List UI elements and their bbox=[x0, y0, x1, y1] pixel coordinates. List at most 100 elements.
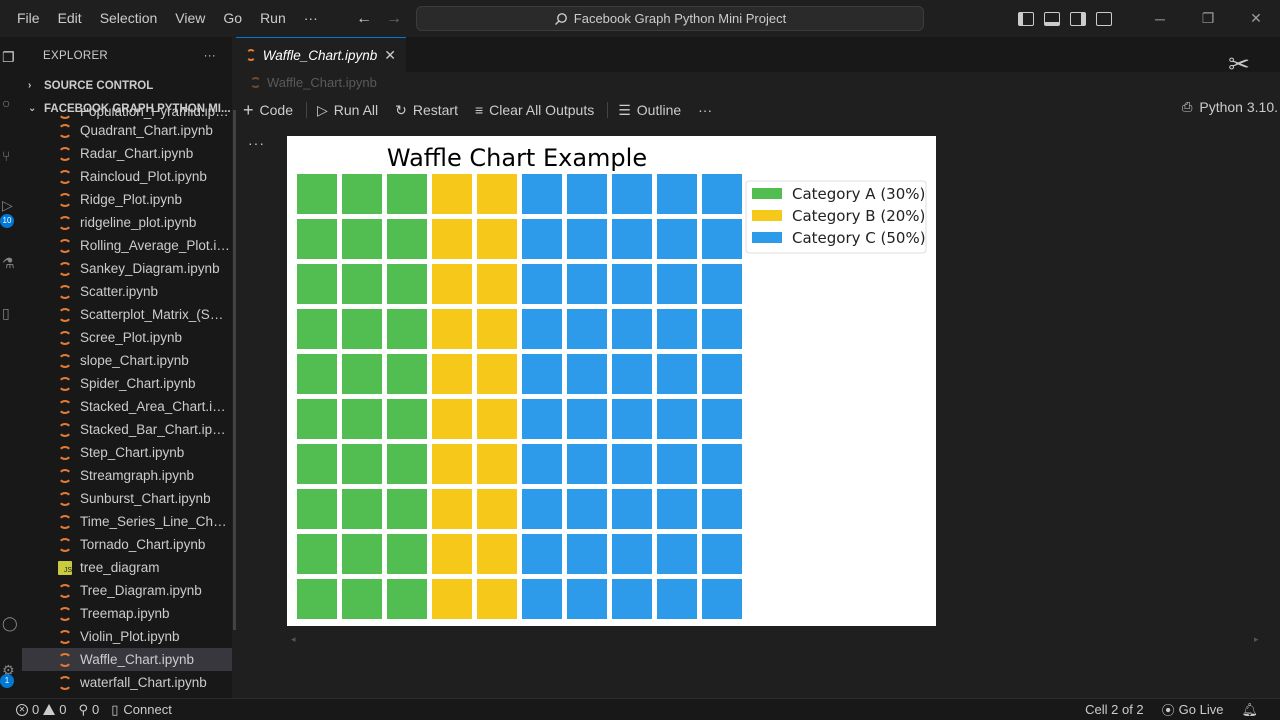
cell-position[interactable]: Cell 2 of 2 bbox=[1085, 702, 1144, 717]
file-item[interactable]: Spider_Chart.ipynb bbox=[22, 372, 232, 395]
activity-bar: ❐ ○ ⑂ ▷ 10 ⚗ ▯ ◯ ⚙ 1 bbox=[0, 37, 22, 698]
clear-outputs-button[interactable]: ≡ Clear All Outputs bbox=[475, 102, 594, 118]
file-item[interactable]: Treemap.ipynb bbox=[22, 602, 232, 625]
file-item[interactable]: Stacked_Area_Chart.ipy... bbox=[22, 395, 232, 418]
toolbar-more-button[interactable]: ··· bbox=[698, 102, 712, 118]
menu-run[interactable]: Run bbox=[251, 0, 295, 37]
file-item[interactable]: Waffle_Chart.ipynb bbox=[22, 648, 232, 671]
scroll-left-arrow-icon[interactable]: ◂ bbox=[291, 634, 296, 645]
waffle-cell bbox=[432, 579, 472, 619]
legend-label: Category C (50%) bbox=[792, 229, 926, 247]
waffle-cell bbox=[702, 174, 742, 214]
add-code-button[interactable]: + Code bbox=[243, 100, 293, 121]
file-item[interactable]: Population_Pyramid.ipy... bbox=[22, 108, 232, 119]
file-item[interactable]: Stacked_Bar_Chart.ipynb bbox=[22, 418, 232, 441]
file-item[interactable]: Tornado_Chart.ipynb bbox=[22, 533, 232, 556]
scroll-right-arrow-icon[interactable]: ▸ bbox=[1254, 634, 1259, 645]
customize-layout-icon[interactable] bbox=[1096, 11, 1112, 26]
waffle-cell bbox=[657, 579, 697, 619]
waffle-cell bbox=[702, 309, 742, 349]
file-item[interactable]: waterfall_Chart.ipynb bbox=[22, 671, 232, 694]
file-item[interactable]: slope_Chart.ipynb bbox=[22, 349, 232, 372]
problems-indicator[interactable]: ✕ 0 0 bbox=[16, 702, 66, 717]
clear-outputs-label: Clear All Outputs bbox=[489, 102, 595, 118]
notebook-icon bbox=[58, 422, 72, 437]
waffle-cell bbox=[387, 219, 427, 259]
kernel-picker[interactable]: ⎙ Python 3.10. bbox=[1182, 99, 1278, 115]
toggle-secondary-sidebar-icon[interactable] bbox=[1070, 11, 1086, 26]
source-control-icon[interactable]: ⑂ bbox=[0, 148, 22, 170]
chart-legend: Category A (30%) Category B (20%) Category… bbox=[745, 180, 927, 254]
watermark-logo-icon: ✂ bbox=[1228, 49, 1250, 79]
explorer-icon[interactable]: ❐ bbox=[0, 49, 22, 71]
close-tab-icon[interactable]: ✕ bbox=[384, 47, 396, 64]
file-item[interactable]: Sankey_Diagram.ipynb bbox=[22, 257, 232, 280]
status-left: ✕ 0 0 ⚲ 0 ▯ Connect bbox=[0, 702, 172, 718]
file-name: tree_diagram bbox=[80, 560, 160, 575]
forward-arrow-icon[interactable]: → bbox=[386, 10, 402, 28]
file-item[interactable]: Step_Chart.ipynb bbox=[22, 441, 232, 464]
toggle-sidebar-icon[interactable] bbox=[1018, 11, 1034, 26]
outline-button[interactable]: ☰ Outline bbox=[618, 102, 681, 119]
breadcrumb[interactable]: Waffle_Chart.ipynb bbox=[250, 75, 377, 90]
file-item[interactable]: Ridge_Plot.ipynb bbox=[22, 188, 232, 211]
menu-view[interactable]: View bbox=[166, 0, 214, 37]
file-item[interactable]: Radar_Chart.ipynb bbox=[22, 142, 232, 165]
extensions-icon[interactable]: ▯ bbox=[0, 305, 22, 327]
waffle-cell bbox=[432, 489, 472, 529]
waffle-cell bbox=[702, 399, 742, 439]
menu-more[interactable]: ··· bbox=[295, 0, 327, 37]
restore-icon[interactable]: ❐ bbox=[1184, 10, 1232, 27]
file-item[interactable]: Streamgraph.ipynb bbox=[22, 464, 232, 487]
run-all-button[interactable]: ▷ Run All bbox=[317, 102, 378, 119]
minimize-icon[interactable]: ─ bbox=[1136, 11, 1184, 27]
connect-button[interactable]: ▯ Connect bbox=[111, 702, 172, 718]
notebook-icon bbox=[58, 353, 72, 368]
menu-go[interactable]: Go bbox=[214, 0, 251, 37]
file-item[interactable]: Scree_Plot.ipynb bbox=[22, 326, 232, 349]
restart-button[interactable]: ↻ Restart bbox=[395, 102, 458, 119]
menu-file[interactable]: File bbox=[8, 0, 49, 37]
explorer-more-icon[interactable]: ··· bbox=[204, 50, 216, 62]
connect-label: Connect bbox=[123, 702, 172, 717]
menu-selection[interactable]: Selection bbox=[91, 0, 167, 37]
notifications-bell-icon[interactable]: 🔔︎ bbox=[1241, 702, 1258, 718]
file-item[interactable]: Tree_Diagram.ipynb bbox=[22, 579, 232, 602]
file-item[interactable]: Sunburst_Chart.ipynb bbox=[22, 487, 232, 510]
file-item[interactable]: Violin_Plot.ipynb bbox=[22, 625, 232, 648]
file-item[interactable]: Time_Series_Line_Chart... bbox=[22, 510, 232, 533]
source-control-section[interactable]: › SOURCE CONTROL bbox=[22, 74, 232, 97]
waffle-cell bbox=[477, 354, 517, 394]
close-window-icon[interactable]: ✕ bbox=[1232, 10, 1280, 27]
restart-icon: ↻ bbox=[395, 101, 407, 118]
file-name: Tree_Diagram.ipynb bbox=[80, 583, 202, 598]
file-item[interactable]: Raincloud_Plot.ipynb bbox=[22, 165, 232, 188]
menu-edit[interactable]: Edit bbox=[49, 0, 91, 37]
waffle-cell bbox=[477, 444, 517, 484]
file-item[interactable]: Rolling_Average_Plot.ip... bbox=[22, 234, 232, 257]
account-icon[interactable]: ◯ bbox=[0, 615, 22, 637]
legend-swatch bbox=[752, 210, 782, 221]
notebook-icon bbox=[58, 238, 72, 253]
waffle-cell bbox=[342, 534, 382, 574]
file-item[interactable]: JS tree_diagram bbox=[22, 556, 232, 579]
file-item[interactable]: ridgeline_plot.ipynb bbox=[22, 211, 232, 234]
waffle-cell bbox=[702, 444, 742, 484]
toggle-panel-icon[interactable] bbox=[1044, 11, 1060, 26]
tab-waffle-chart[interactable]: Waffle_Chart.ipynb ✕ bbox=[236, 37, 406, 72]
file-item[interactable]: Quadrant_Chart.ipynb bbox=[22, 119, 232, 142]
testing-icon[interactable]: ⚗ bbox=[0, 255, 22, 277]
waffle-cell bbox=[432, 309, 472, 349]
legend-label: Category B (20%) bbox=[792, 207, 925, 225]
file-item[interactable]: Scatterplot_Matrix_(SPL... bbox=[22, 303, 232, 326]
cell-more-actions[interactable]: ··· bbox=[248, 135, 265, 151]
back-arrow-icon[interactable]: ← bbox=[356, 10, 372, 28]
waffle-cell bbox=[297, 354, 337, 394]
search-activity-icon[interactable]: ○ bbox=[0, 95, 22, 117]
waffle-cell bbox=[432, 174, 472, 214]
ports-indicator[interactable]: ⚲ 0 bbox=[78, 702, 99, 718]
notebook-icon bbox=[58, 629, 72, 644]
file-item[interactable]: Scatter.ipynb bbox=[22, 280, 232, 303]
command-center-search[interactable]: Facebook Graph Python Mini Project bbox=[416, 6, 924, 31]
go-live-button[interactable]: ⦿ Go Live bbox=[1162, 700, 1224, 719]
